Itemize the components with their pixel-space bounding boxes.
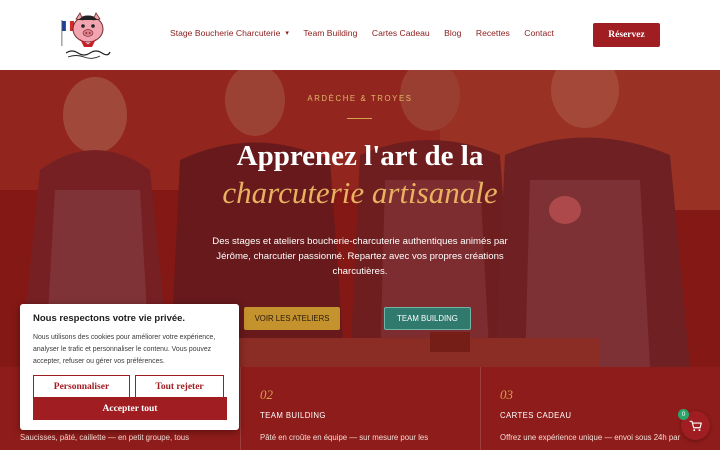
nav-label: Blog <box>444 28 462 38</box>
nav-label: Recettes <box>475 28 510 38</box>
eyebrow-divider <box>347 118 372 119</box>
cookie-text: Nous utilisons des cookies pour améliore… <box>33 334 216 365</box>
feature-text: Pâté en croûte en équipe — sur mesure po… <box>260 433 429 442</box>
main-nav: Stage Boucherie Charcuterie ▾ Team Build… <box>170 28 568 38</box>
nav-item-stage[interactable]: Stage Boucherie Charcuterie ▾ <box>170 28 289 38</box>
cookie-title: Nous respectons votre vie privée. <box>33 313 186 324</box>
pig-mascot-logo[interactable] <box>58 7 114 61</box>
feature-card[interactable]: 02 TEAM BUILDING Pâté en croûte en équip… <box>240 367 480 450</box>
site-header: Stage Boucherie Charcuterie ▾ Team Build… <box>0 0 720 70</box>
customize-cookies-button[interactable]: Personnaliser <box>33 375 130 398</box>
cookie-consent-banner: Nous respectons votre vie privée. Nous u… <box>20 304 239 430</box>
hero-description: Des stages et ateliers boucherie-charcut… <box>212 236 508 277</box>
nav-item-recettes[interactable]: Recettes <box>476 28 510 38</box>
hero-subtitle: charcuterie artisanale <box>222 175 498 210</box>
reserve-button[interactable]: Réservez <box>593 23 660 47</box>
nav-label: Team Building <box>303 28 358 38</box>
accept-all-button[interactable]: Accepter tout <box>33 397 227 420</box>
nav-item-blog[interactable]: Blog <box>444 28 461 38</box>
feature-title: CARTES CADEAU <box>500 411 572 420</box>
feature-number: 03 <box>500 387 513 402</box>
reject-all-button[interactable]: Tout rejeter <box>135 375 224 398</box>
feature-text: Offrez une expérience unique — envoi sou… <box>500 433 681 442</box>
nav-item-team-building[interactable]: Team Building <box>303 28 357 38</box>
hero-eyebrow: ARDÈCHE & TROYES <box>307 94 413 103</box>
nav-label: Contact <box>524 28 554 38</box>
cart-icon <box>689 420 702 431</box>
chevron-down-icon: ▾ <box>285 30 289 37</box>
nav-label: Stage Boucherie Charcuterie <box>170 28 281 38</box>
feature-text: Saucisses, pâté, caillette — en petit gr… <box>20 433 190 442</box>
feature-number: 02 <box>260 387 273 402</box>
nav-item-contact[interactable]: Contact <box>524 28 554 38</box>
team-building-button[interactable]: TEAM BUILDING <box>384 307 471 330</box>
view-workshops-button[interactable]: VOIR LES ATELIERS <box>244 307 340 330</box>
nav-label: Cartes Cadeau <box>371 28 430 38</box>
hero-title: Apprenez l'art de la <box>236 140 484 172</box>
nav-item-cartes-cadeau[interactable]: Cartes Cadeau <box>372 28 430 38</box>
feature-title: TEAM BUILDING <box>260 411 326 420</box>
cart-count-badge: 0 <box>678 409 689 420</box>
